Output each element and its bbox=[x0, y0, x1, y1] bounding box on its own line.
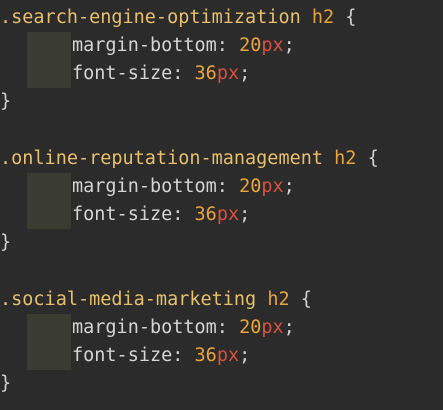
close-brace: } bbox=[0, 373, 12, 394]
css-number: 20 bbox=[239, 176, 262, 197]
css-property: font-size bbox=[72, 204, 173, 225]
semicolon: ; bbox=[283, 176, 295, 197]
css-tag: h2 bbox=[267, 289, 290, 310]
colon: : bbox=[172, 345, 184, 366]
open-brace: { bbox=[300, 289, 312, 310]
css-unit: px bbox=[216, 63, 240, 84]
css-selector: .online-reputation-management bbox=[0, 148, 324, 169]
semicolon: ; bbox=[239, 204, 251, 225]
close-brace: } bbox=[0, 232, 12, 253]
css-declaration[interactable]: margin-bottom: 20px; bbox=[72, 173, 295, 201]
semicolon: ; bbox=[283, 317, 295, 338]
css-declaration[interactable]: margin-bottom: 20px; bbox=[72, 314, 295, 342]
css-unit: px bbox=[261, 176, 284, 197]
code-editor[interactable]: .search-engine-optimization h2 { margin-… bbox=[0, 0, 443, 410]
colon: : bbox=[172, 204, 184, 225]
css-property: margin-bottom bbox=[72, 317, 217, 338]
css-rule-header[interactable]: .social-media-marketing h2 { bbox=[0, 286, 312, 314]
open-brace: { bbox=[367, 148, 379, 169]
colon: : bbox=[216, 35, 228, 56]
css-number: 36 bbox=[194, 345, 217, 366]
css-declaration[interactable]: margin-bottom: 20px; bbox=[72, 32, 295, 60]
semicolon: ; bbox=[239, 63, 251, 84]
open-brace: { bbox=[345, 7, 357, 28]
css-unit: px bbox=[261, 35, 284, 56]
indent-guide bbox=[27, 314, 71, 370]
css-property: margin-bottom bbox=[72, 35, 217, 56]
css-rule-close[interactable]: } bbox=[0, 88, 11, 116]
css-selector: .social-media-marketing bbox=[0, 289, 257, 310]
css-rule-header[interactable]: .online-reputation-management h2 { bbox=[0, 145, 379, 173]
indent-guide bbox=[27, 32, 71, 88]
css-tag: h2 bbox=[311, 7, 335, 28]
colon: : bbox=[172, 63, 184, 84]
css-property: font-size bbox=[72, 63, 173, 84]
css-number: 20 bbox=[239, 317, 262, 338]
semicolon: ; bbox=[239, 345, 251, 366]
css-property: font-size bbox=[72, 345, 173, 366]
css-declaration[interactable]: font-size: 36px; bbox=[72, 342, 250, 370]
css-tag: h2 bbox=[334, 148, 357, 169]
css-rule-close[interactable]: } bbox=[0, 370, 11, 398]
css-declaration[interactable]: font-size: 36px; bbox=[72, 201, 250, 229]
css-rule-header[interactable]: .search-engine-optimization h2 { bbox=[0, 4, 356, 32]
css-selector: .search-engine-optimization bbox=[0, 7, 301, 28]
css-unit: px bbox=[261, 317, 284, 338]
css-rule-close[interactable]: } bbox=[0, 229, 11, 257]
indent-guide bbox=[27, 173, 71, 229]
colon: : bbox=[216, 176, 228, 197]
css-unit: px bbox=[216, 345, 240, 366]
close-brace: } bbox=[0, 91, 12, 112]
colon: : bbox=[216, 317, 228, 338]
css-unit: px bbox=[216, 204, 240, 225]
css-number: 20 bbox=[239, 35, 262, 56]
css-number: 36 bbox=[194, 63, 217, 84]
css-property: margin-bottom bbox=[72, 176, 217, 197]
semicolon: ; bbox=[283, 35, 295, 56]
css-number: 36 bbox=[194, 204, 217, 225]
css-declaration[interactable]: font-size: 36px; bbox=[72, 60, 250, 88]
